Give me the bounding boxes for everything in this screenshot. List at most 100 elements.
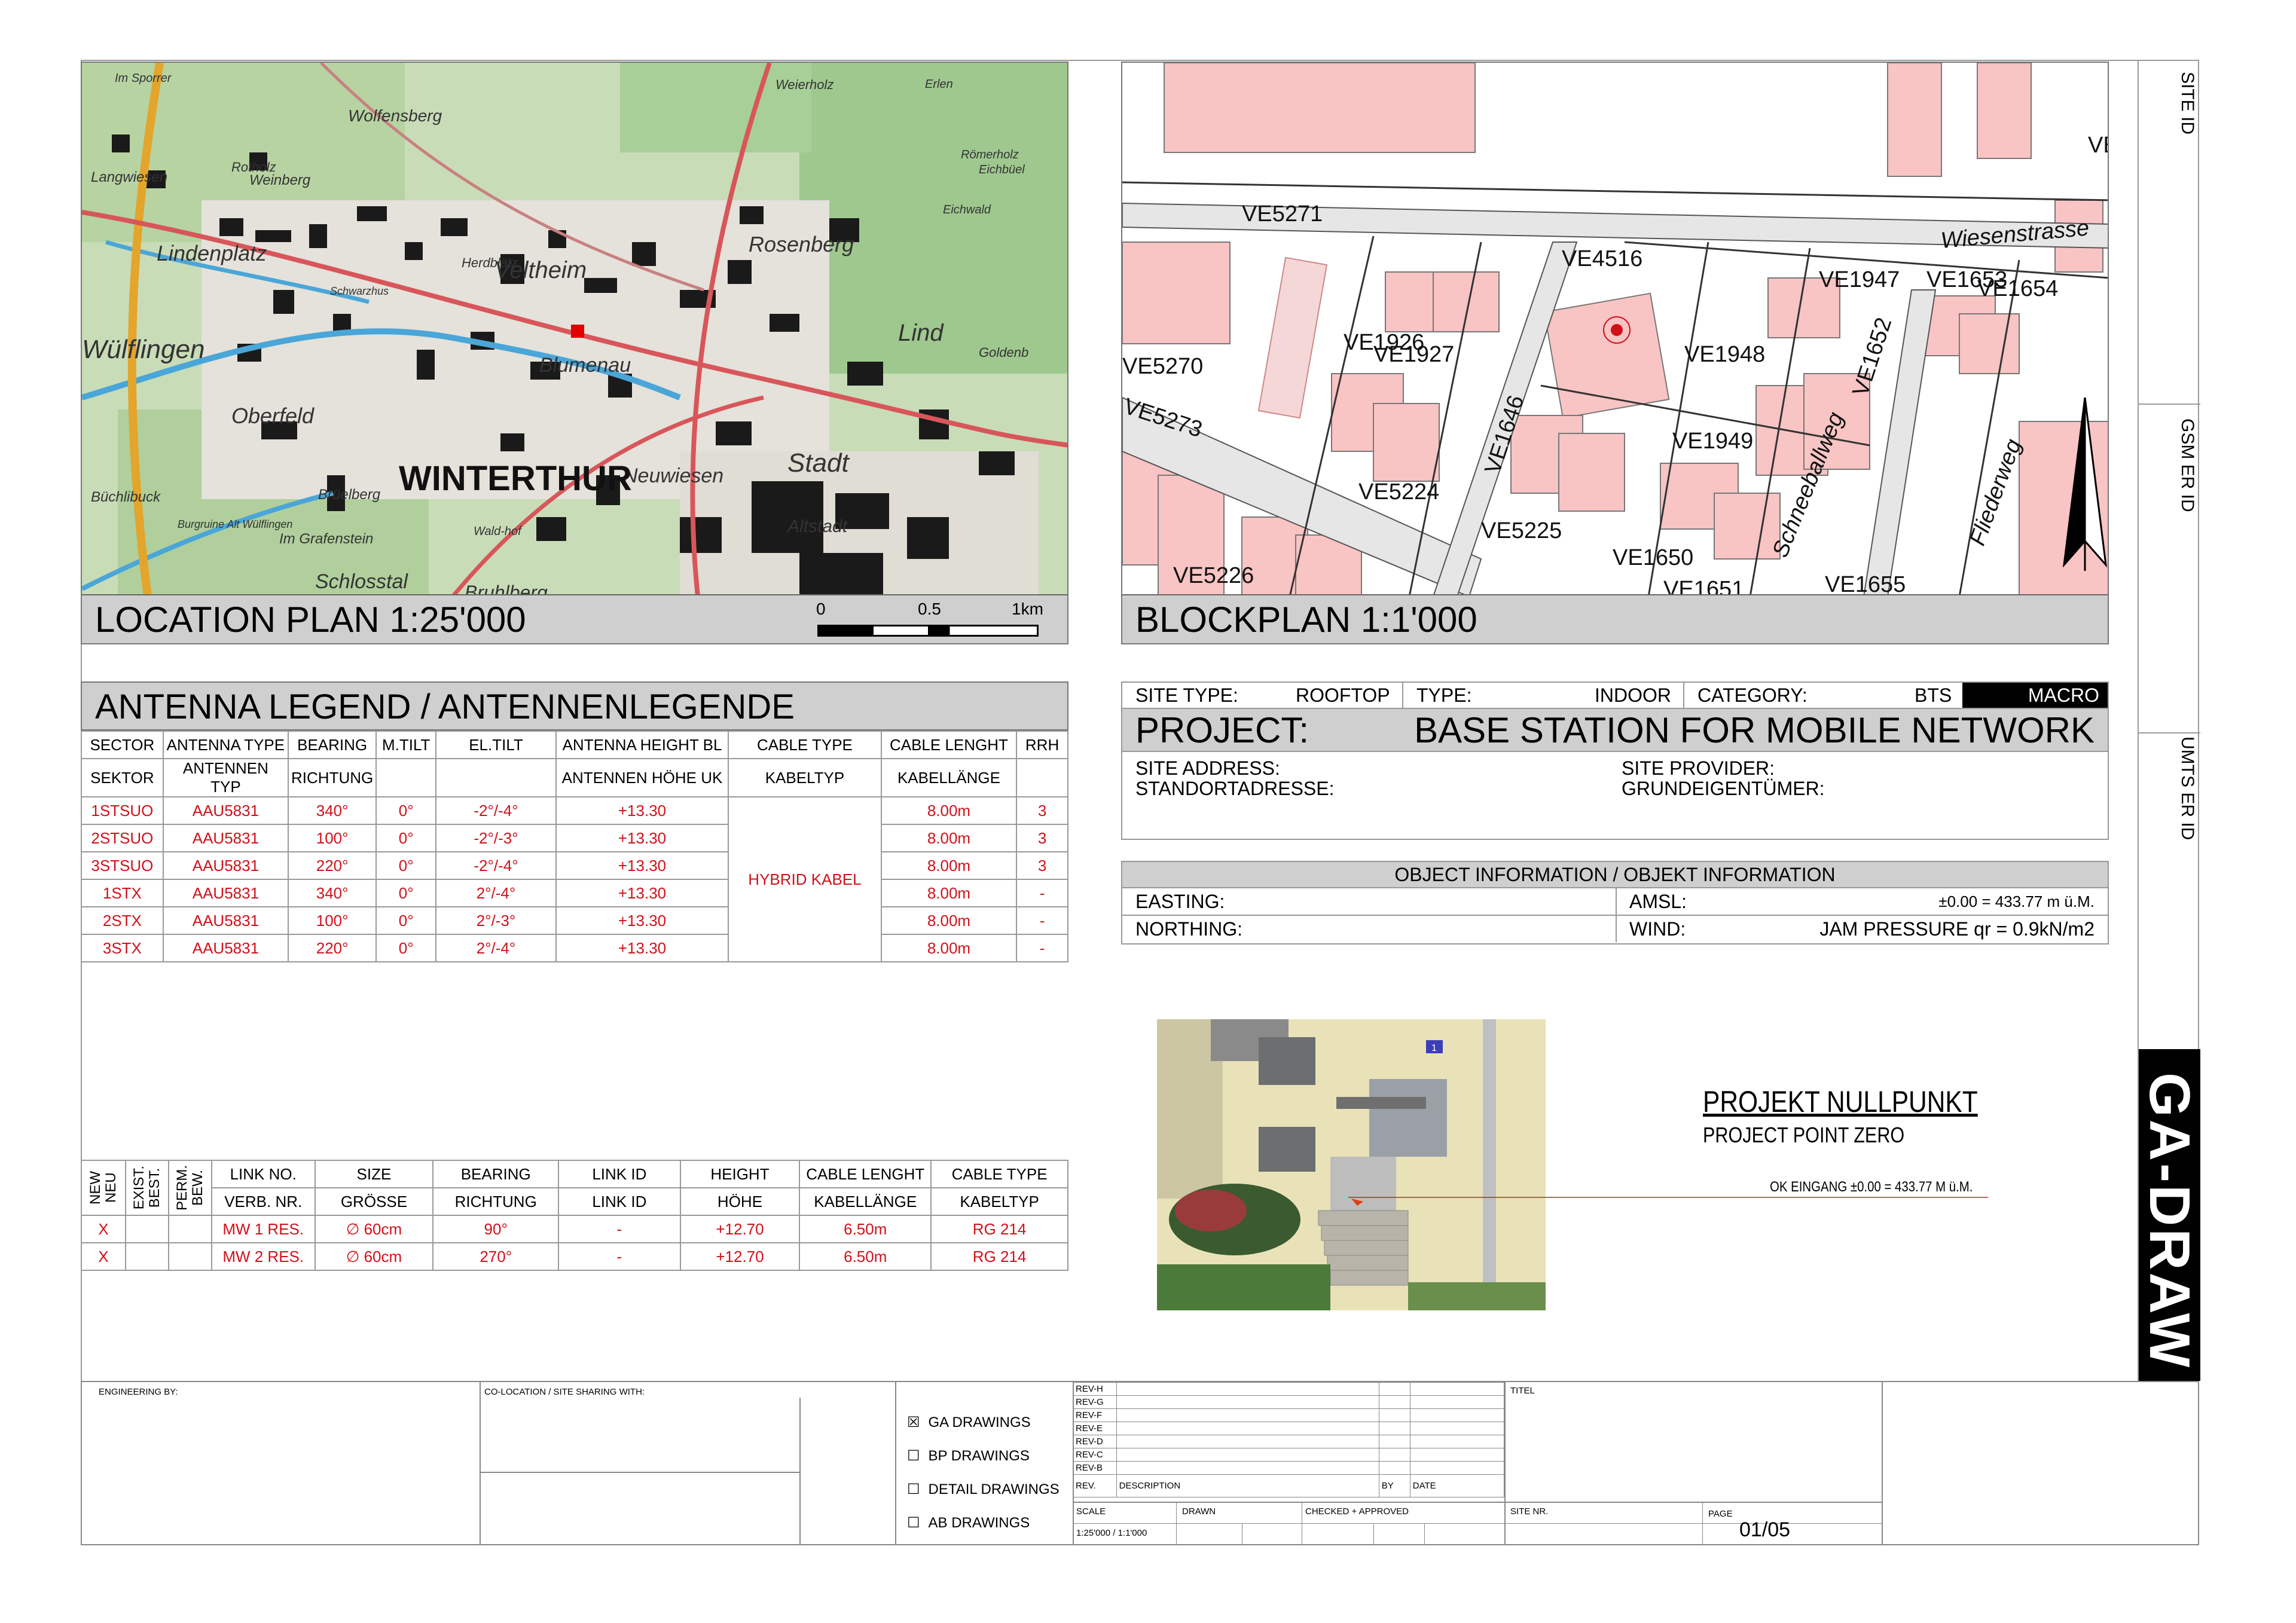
- antenna-header: ANTENNA TYPE: [162, 730, 289, 759]
- object-info-title: OBJECT INFORMATION / OBJEKT INFORMATION: [1122, 862, 2108, 888]
- map-label: Brüelberg: [318, 487, 381, 503]
- drawing-option[interactable]: ☒ GA DRAWINGS: [907, 1406, 1060, 1439]
- site-photo: 1: [1157, 1019, 1546, 1310]
- rev-cell: [1409, 1395, 1505, 1409]
- antenna-cell: 0°: [375, 906, 437, 935]
- block-label: VE1949: [1672, 429, 1753, 454]
- standortadresse-label: STANDORTADRESSE:: [1135, 778, 1335, 799]
- rev-cell: [1116, 1448, 1379, 1462]
- link-cell: [167, 1242, 212, 1271]
- rev-cell: REV-B: [1073, 1461, 1117, 1475]
- map-label: Wald-hof: [474, 525, 523, 538]
- antenna-cell: 340°: [288, 879, 377, 907]
- link-cell: -: [558, 1215, 681, 1243]
- antenna-cell: +13.30: [555, 934, 729, 962]
- co-location-label: CO-LOCATION / SITE SHARING WITH:: [484, 1387, 645, 1397]
- block-label: VE1655: [1825, 572, 1906, 597]
- antenna-cell: AAU5831: [162, 851, 289, 880]
- drawing-option[interactable]: ☐ DETAIL DRAWINGS: [907, 1473, 1060, 1506]
- antenna-header: CABLE LENGHT: [880, 730, 1018, 759]
- antenna-cell: 340°: [288, 796, 377, 825]
- wind-value: JAM PRESSURE qr = 0.9kN/m2: [1819, 918, 2095, 940]
- block-label: VE: [2088, 133, 2109, 158]
- block-label: VE5225: [1481, 518, 1562, 543]
- map-label: Lind: [898, 320, 944, 346]
- link-header: CABLE LENGHT: [799, 1160, 932, 1188]
- antenna-header: SECTOR: [81, 730, 164, 759]
- scale-bar: 0 0.5 1km: [816, 600, 1045, 641]
- link-vertical-header: PERM. BEW.: [167, 1160, 212, 1216]
- link-cell: [167, 1215, 212, 1243]
- map-label: Eichbüel: [979, 163, 1025, 176]
- map-label: Weierholz: [775, 77, 833, 92]
- checkbox-icon[interactable]: ☐: [907, 1515, 920, 1531]
- map-title-winterthur: WINTERTHUR: [399, 459, 632, 498]
- drawing-option-label: BP DRAWINGS: [928, 1448, 1030, 1464]
- rev-cell: [1409, 1448, 1505, 1462]
- antenna-cell: -2°/-4°: [435, 851, 557, 880]
- drawing-checklist: ☒ GA DRAWINGS ☐ BP DRAWINGS ☐ DETAIL DRAWINGS…: [907, 1406, 1060, 1540]
- brand-text: GA-DRAW: [2138, 1072, 2202, 1370]
- site-marker: [1611, 324, 1623, 336]
- rev-cell: [1378, 1461, 1410, 1475]
- map-label: Rosenberg: [749, 232, 854, 256]
- brand-logo: GA-DRAW: [2138, 1049, 2202, 1381]
- site-type-row: SITE TYPE: ROOFTOP TYPE: INDOOR CATEGORY…: [1122, 683, 2108, 709]
- engineering-by-label: ENGINEERING BY:: [99, 1387, 178, 1397]
- block-label: VE1947: [1819, 267, 1900, 292]
- antenna-cell: 8.00m: [880, 824, 1018, 852]
- site-type-value: ROOFTOP: [1296, 684, 1390, 706]
- antenna-header: ANTENNEN TYP: [162, 758, 289, 797]
- rev-cell: [1409, 1422, 1505, 1435]
- page-label: PAGE: [1708, 1509, 1733, 1519]
- antenna-cell: 8.00m: [880, 906, 1018, 935]
- rev-cell: [1116, 1382, 1379, 1396]
- rev-cell: REV-E: [1073, 1422, 1117, 1435]
- link-cell: +12.70: [679, 1215, 801, 1243]
- antenna-cell: 3STSUO: [81, 851, 164, 880]
- block-map: VE5271WiesenstrasseVE4516VE1947 VE1653VE1…: [1122, 63, 2109, 597]
- link-cell: -: [558, 1242, 681, 1271]
- point-zero-subtitle: PROJECT POINT ZERO: [1703, 1123, 1905, 1147]
- rev-cell: [1378, 1435, 1410, 1448]
- antenna-cell: +13.30: [555, 906, 729, 935]
- northing-label: NORTHING:: [1135, 918, 1242, 940]
- link-cell: ∅ 60cm: [314, 1215, 434, 1243]
- umts-er-id-label: UMTS ER ID: [2178, 736, 2197, 840]
- antenna-cell: 8.00m: [880, 851, 1018, 880]
- rev-header: DESCRIPTION: [1116, 1474, 1379, 1497]
- antenna-cell: -2°/-3°: [435, 824, 557, 852]
- antenna-header: EL.TILT: [435, 730, 557, 759]
- map-label: Wülflingen: [82, 335, 204, 364]
- point-zero-title: PROJEKT NULLPUNKT: [1703, 1085, 1978, 1118]
- scale-tick-end: 1km: [1012, 600, 1043, 618]
- rev-header: REV.: [1073, 1474, 1117, 1497]
- rev-cell: [1378, 1382, 1410, 1396]
- map-label: Lindenplatz: [157, 241, 267, 265]
- antenna-cell: +13.30: [555, 796, 729, 825]
- antenna-cell: -2°/-4°: [435, 796, 557, 825]
- object-info: OBJECT INFORMATION / OBJEKT INFORMATION …: [1121, 861, 2109, 945]
- site-marker: [571, 325, 584, 338]
- grundeigentuemer-label: GRUNDEIGENTÜMER:: [1622, 778, 1825, 799]
- map-label: Langwiesen: [91, 169, 167, 185]
- antenna-cell: 8.00m: [880, 879, 1018, 907]
- drawing-option[interactable]: ☐ BP DRAWINGS: [907, 1439, 1060, 1473]
- link-header: SIZE: [314, 1160, 434, 1188]
- rev-cell: [1378, 1422, 1410, 1435]
- gsm-er-id-label: GSM ER ID: [2178, 418, 2197, 512]
- checkbox-icon[interactable]: ☒: [907, 1414, 920, 1431]
- antenna-header: ANTENNEN HÖHE UK: [555, 758, 729, 797]
- link-header: RICHTUNG: [432, 1187, 560, 1216]
- checkbox-icon[interactable]: ☐: [907, 1481, 920, 1497]
- page-value: 01/05: [1739, 1518, 1791, 1541]
- antenna-cell: 2°/-4°: [435, 934, 557, 962]
- rev-cell: [1116, 1422, 1379, 1435]
- link-cell: 270°: [432, 1242, 560, 1271]
- site-provider-label: SITE PROVIDER:: [1622, 757, 1775, 779]
- drawing-option[interactable]: ☐ AB DRAWINGS: [907, 1506, 1060, 1540]
- antenna-cell: AAU5831: [162, 906, 289, 935]
- rev-header: DATE: [1409, 1474, 1505, 1497]
- link-cell: 90°: [432, 1215, 560, 1243]
- checkbox-icon[interactable]: ☐: [907, 1448, 920, 1464]
